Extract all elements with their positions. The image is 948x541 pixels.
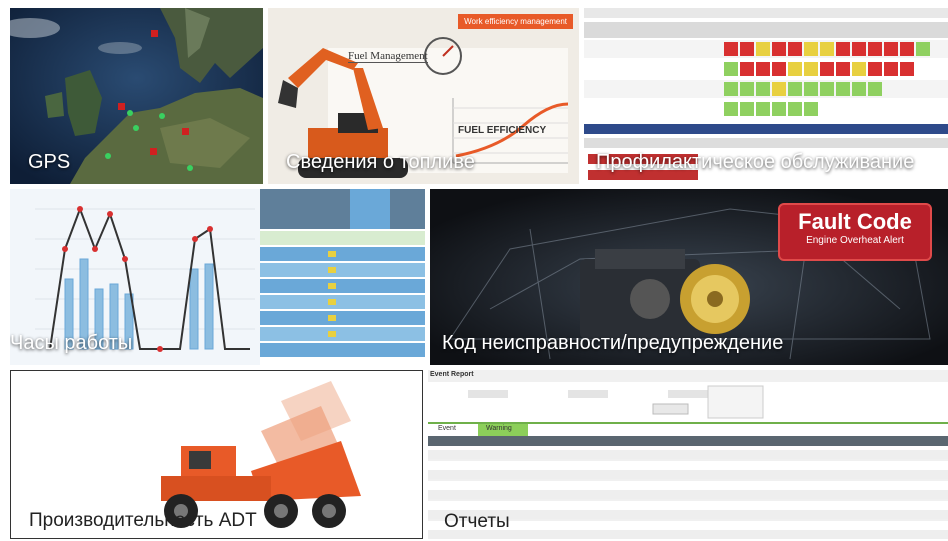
tile-caption: Отчеты	[444, 511, 510, 532]
efficiency-badge: Work efficiency management	[458, 14, 573, 29]
tile-fuel[interactable]: Work efficiency management Fuel Manageme…	[268, 8, 579, 184]
tab-warning[interactable]: Warning	[486, 425, 512, 432]
fuel-management-sign: Fuel Management	[348, 50, 428, 63]
report-title: Event Report	[430, 371, 474, 378]
tile-caption: GPS	[28, 151, 71, 173]
tile-maintenance[interactable]: Профилактическое обслуживание	[584, 8, 948, 184]
tile-adt[interactable]: Производительность ADT	[10, 370, 423, 539]
tile-fault[interactable]: Fault Code Engine Overheat Alert Код неи…	[430, 189, 948, 365]
fuel-efficiency-label: FUEL EFFICIENCY	[458, 125, 547, 136]
tile-caption: Часы работы	[10, 332, 133, 354]
tile-caption: Профилактическое обслуживание	[596, 151, 915, 173]
marker-icon[interactable]	[151, 30, 158, 37]
marker-icon[interactable]	[150, 148, 157, 155]
tile-hours[interactable]: Часы работы	[10, 189, 425, 365]
tile-caption: Код неисправности/предупреждение	[442, 332, 784, 354]
tile-reports[interactable]: Event Report Event Warning Отчеты	[428, 370, 948, 539]
tile-gps[interactable]: GPS	[10, 8, 263, 184]
tile-caption: Производительность ADT	[29, 510, 257, 531]
marker-icon[interactable]	[118, 103, 125, 110]
banner-subtitle: Engine Overheat Alert	[806, 235, 904, 246]
marker-icon[interactable]	[182, 128, 189, 135]
tab-event[interactable]: Event	[438, 425, 456, 432]
tile-caption: Сведения о топливе	[286, 151, 475, 173]
fault-code-banner: Fault Code Engine Overheat Alert	[778, 203, 932, 261]
banner-title: Fault Code	[798, 209, 912, 234]
